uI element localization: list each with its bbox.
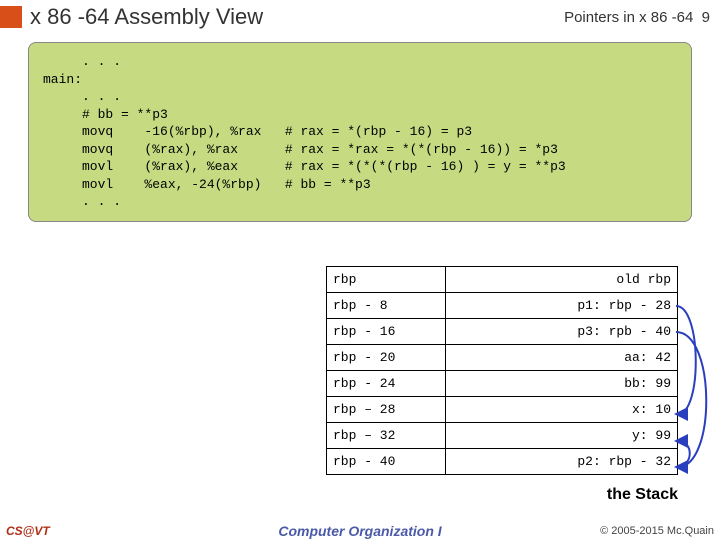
stack-table: rbpold rbp rbp - 8p1: rbp - 28 rbp - 16p…: [326, 266, 678, 475]
slide-footer: CS@VT Computer Organization I © 2005-201…: [0, 524, 720, 538]
stack-addr: rbp - 16: [327, 319, 446, 345]
stack-table-wrap: rbpold rbp rbp - 8p1: rbp - 28 rbp - 16p…: [326, 266, 678, 475]
stack-addr: rbp - 8: [327, 293, 446, 319]
table-row: rbp - 40p2: rbp - 32: [327, 449, 678, 475]
stack-val: aa: 42: [446, 345, 678, 371]
slide-header: x 86 -64 Assembly View Pointers in x 86 …: [0, 0, 720, 34]
stack-addr: rbp – 32: [327, 423, 446, 449]
assembly-code-block: . . . main: . . . # bb = **p3 movq -16(%…: [28, 42, 692, 222]
table-row: rbp – 28x: 10: [327, 397, 678, 423]
table-row: rbp - 8p1: rbp - 28: [327, 293, 678, 319]
slide-label: Pointers in x 86 -64 9: [564, 9, 710, 26]
accent-square: [0, 6, 22, 28]
stack-val: bb: 99: [446, 371, 678, 397]
slide-number: 9: [702, 9, 710, 26]
stack-addr: rbp – 28: [327, 397, 446, 423]
header-left: x 86 -64 Assembly View: [0, 4, 263, 30]
table-row: rbp – 32y: 99: [327, 423, 678, 449]
table-row: rbp - 20aa: 42: [327, 345, 678, 371]
stack-val: x: 10: [446, 397, 678, 423]
stack-addr: rbp - 24: [327, 371, 446, 397]
table-row: rbpold rbp: [327, 267, 678, 293]
page-title: x 86 -64 Assembly View: [30, 4, 263, 30]
stack-val: p3: rpb - 40: [446, 319, 678, 345]
stack-caption: the Stack: [607, 486, 678, 504]
stack-addr: rbp: [327, 267, 446, 293]
stack-val: y: 99: [446, 423, 678, 449]
footer-right: © 2005-2015 Mc.Quain: [600, 525, 714, 537]
stack-addr: rbp - 40: [327, 449, 446, 475]
stack-val: old rbp: [446, 267, 678, 293]
pointer-arrows-overlay: [674, 266, 720, 486]
table-row: rbp - 24bb: 99: [327, 371, 678, 397]
stack-addr: rbp - 20: [327, 345, 446, 371]
stack-val: p1: rbp - 28: [446, 293, 678, 319]
stack-val: p2: rbp - 32: [446, 449, 678, 475]
slide-topic: Pointers in x 86 -64: [564, 9, 693, 26]
table-row: rbp - 16p3: rpb - 40: [327, 319, 678, 345]
